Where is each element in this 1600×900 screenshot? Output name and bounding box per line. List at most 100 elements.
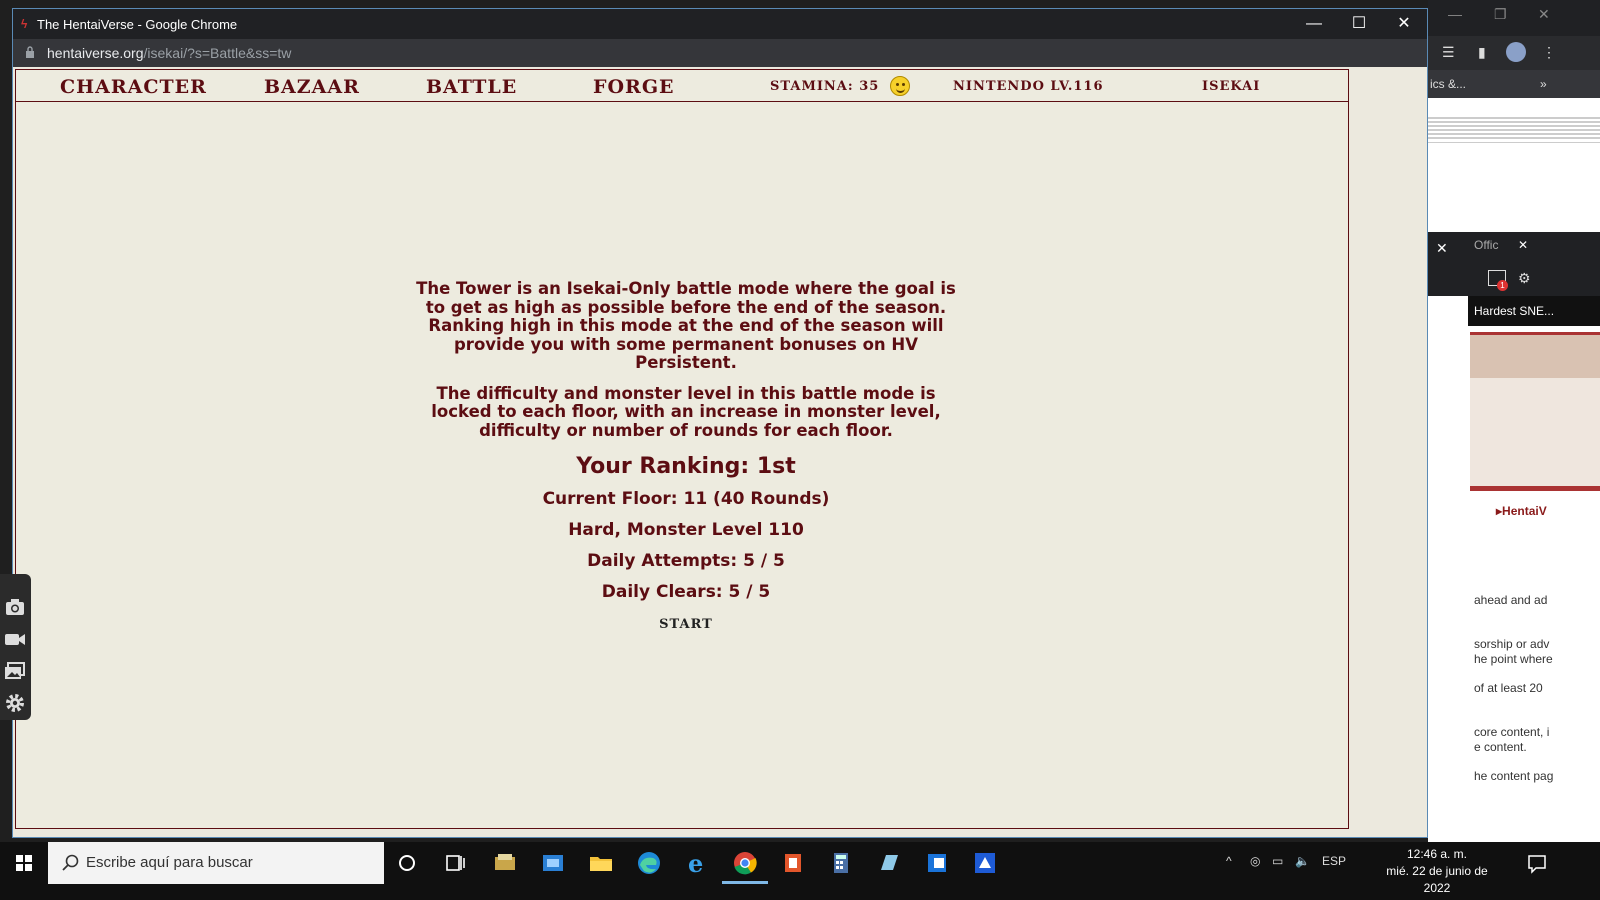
nav-isekai[interactable]: Isekai	[1202, 79, 1260, 94]
office-icon[interactable]	[778, 848, 808, 878]
camera-icon[interactable]	[4, 596, 26, 618]
current-floor: Current Floor: 11 (40 Rounds)	[542, 489, 830, 509]
window-titlebar: ϟ The HentaiVerse - Google Chrome — ☐ ✕	[13, 9, 1427, 39]
text-snippet: he content pag	[1474, 769, 1554, 783]
background-side-panel: ✕ Offic ✕ 1 ⚙	[1428, 232, 1600, 296]
active-app-indicator	[722, 881, 768, 884]
video-title-row: Hardest SNE...	[1468, 296, 1600, 326]
lock-icon	[26, 46, 34, 58]
extension-icon[interactable]: ⚙	[1518, 270, 1531, 287]
chrome-window: ϟ The HentaiVerse - Google Chrome — ☐ ✕ …	[12, 8, 1428, 838]
gallery-icon[interactable]	[4, 660, 26, 682]
chrome-icon[interactable]	[730, 848, 760, 878]
background-page: Hardest SNE... ▸HentaiV ahead and ad sor…	[1428, 296, 1600, 860]
nav-battle[interactable]: Battle	[426, 76, 517, 98]
bookmark-item[interactable]: ics &...	[1430, 77, 1466, 91]
text-snippet: core content, i	[1474, 725, 1550, 739]
text-snippet: of at least 20	[1474, 681, 1543, 695]
text-snippet: sorship or adv	[1474, 637, 1550, 651]
text-snippet: e content.	[1474, 740, 1527, 754]
windows-taskbar: Escribe aquí para buscar e ^ ◎ ▭ 🔈 ESP 1…	[0, 842, 1600, 900]
hentaiverse-favicon-icon: ϟ	[21, 17, 28, 31]
network-app-icon[interactable]	[538, 848, 568, 878]
search-placeholder: Escribe aquí para buscar	[86, 854, 253, 871]
url-path: /isekai/?s=Battle&ss=tw	[143, 45, 292, 61]
background-browser-window: — ❐ ✕ ☰ ▮ ⋮ ics &... » ✕ Offic ✕ 1 ⚙ Har…	[1428, 0, 1600, 860]
clock-date: mié. 22 de junio de 2022	[1386, 864, 1488, 895]
side-panel-icon[interactable]: ▮	[1478, 44, 1486, 61]
show-hidden-icons-icon[interactable]: ^	[1226, 854, 1232, 868]
minimize-icon[interactable]: —	[1448, 6, 1462, 22]
notification-badge: 1	[1497, 280, 1508, 291]
text-snippet: he point where	[1474, 652, 1553, 666]
close-icon[interactable]: ✕	[1538, 6, 1550, 23]
edge-icon[interactable]	[634, 848, 664, 878]
ranking-display: Your Ranking: 1st	[576, 454, 796, 479]
search-icon	[62, 854, 79, 871]
floor-difficulty: Hard, Monster Level 110	[568, 520, 804, 540]
svg-text:e: e	[688, 849, 703, 878]
start-button[interactable]: Start	[659, 617, 713, 632]
tower-difficulty-description: The difficulty and monster level in this…	[431, 383, 941, 440]
background-band	[1470, 378, 1600, 440]
tower-info: The Tower is an Isekai-Only battle mode …	[406, 279, 966, 632]
url-host: hentaiverse.org	[47, 45, 144, 61]
menu-icon[interactable]: ⋮	[1542, 44, 1556, 61]
close-icon[interactable]: ✕	[1518, 238, 1528, 252]
profile-avatar[interactable]	[1506, 42, 1526, 62]
video-title[interactable]: Hardest SNE...	[1474, 304, 1554, 318]
nav-bazaar[interactable]: Bazaar	[264, 76, 360, 98]
restore-icon[interactable]: ❐	[1494, 6, 1507, 23]
cortana-icon[interactable]	[392, 848, 422, 878]
internet-explorer-icon[interactable]: e	[682, 848, 712, 878]
meet-now-icon[interactable]: ◎	[1250, 854, 1260, 868]
language-indicator[interactable]: ESP	[1322, 854, 1346, 868]
folder-icon[interactable]	[586, 848, 616, 878]
nav-forge[interactable]: Forge	[593, 76, 675, 98]
network-icon[interactable]: ▭	[1272, 854, 1283, 868]
background-stripe	[1428, 115, 1600, 139]
close-icon[interactable]: ✕	[1436, 240, 1448, 257]
clock-time: 12:46 a. m.	[1406, 847, 1468, 861]
capture-toolbar	[0, 574, 31, 720]
text-snippet: ahead and ad	[1474, 593, 1548, 607]
media-app-icon[interactable]	[970, 848, 1000, 878]
stamina-display: Stamina: 35	[770, 79, 880, 94]
tower-description: The Tower is an Isekai-Only battle mode …	[416, 279, 956, 372]
hentaiverse-link[interactable]: ▸HentaiV	[1496, 504, 1547, 518]
minimize-button[interactable]: —	[1291, 9, 1337, 39]
player-level[interactable]: Nintendo Lv.116	[953, 79, 1104, 94]
taskbar-search-box[interactable]: Escribe aquí para buscar	[48, 842, 384, 884]
background-band	[1470, 332, 1600, 383]
stamina-smiley-icon	[890, 76, 910, 96]
page-content: Character Bazaar Battle Forge Stamina: 3…	[13, 67, 1427, 837]
hentaiverse-frame: Character Bazaar Battle Forge Stamina: 3…	[15, 69, 1349, 829]
url-text[interactable]: hentaiverse.org/isekai/?s=Battle&ss=tw	[47, 45, 291, 61]
background-band	[1470, 438, 1600, 491]
nav-character[interactable]: Character	[60, 76, 207, 98]
background-bookmarks-bar: ics &... »	[1428, 70, 1600, 98]
panel-tab-label[interactable]: Offic	[1474, 238, 1498, 252]
reading-list-icon[interactable]: ☰	[1442, 44, 1455, 61]
maximize-button[interactable]: ☐	[1336, 9, 1382, 39]
gear-icon[interactable]	[4, 692, 26, 714]
volume-icon[interactable]: 🔈	[1295, 854, 1310, 868]
file-manager-icon[interactable]	[490, 848, 520, 878]
daily-attempts: Daily Attempts: 5 / 5	[587, 551, 785, 571]
bookmarks-overflow-icon[interactable]: »	[1540, 77, 1547, 91]
background-content	[1428, 142, 1600, 233]
task-view-icon[interactable]	[440, 848, 470, 878]
notification-center-icon[interactable]	[1522, 848, 1552, 878]
window-title: The HentaiVerse - Google Chrome	[37, 17, 238, 32]
video-camera-icon[interactable]	[4, 628, 26, 650]
store-app-icon[interactable]	[922, 848, 952, 878]
background-toolbar: ☰ ▮ ⋮	[1428, 36, 1600, 70]
daily-clears: Daily Clears: 5 / 5	[601, 582, 771, 602]
calculator-icon[interactable]	[826, 848, 856, 878]
link-label: HentaiV	[1502, 504, 1547, 518]
taskbar-clock[interactable]: 12:46 a. m. mié. 22 de junio de 2022	[1372, 846, 1502, 897]
notes-app-icon[interactable]	[874, 848, 904, 878]
address-bar[interactable]: hentaiverse.org/isekai/?s=Battle&ss=tw	[13, 39, 1427, 67]
windows-start-icon[interactable]	[0, 842, 48, 884]
close-button[interactable]: ✕	[1381, 9, 1427, 39]
